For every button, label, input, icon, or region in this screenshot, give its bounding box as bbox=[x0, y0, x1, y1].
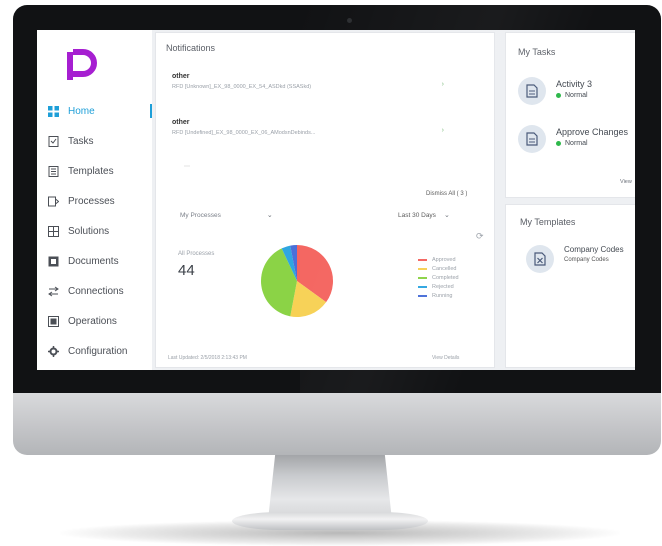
legend-swatch bbox=[418, 277, 427, 279]
sidebar-item-configuration[interactable]: Configuration bbox=[37, 340, 152, 362]
sidebar-item-operations[interactable]: Operations bbox=[37, 310, 152, 332]
legend-item: Cancelled bbox=[418, 266, 456, 272]
brand-logo bbox=[67, 49, 97, 80]
legend-item: Approved bbox=[418, 257, 456, 263]
my-templates-panel: My Templates Company Codes Company Codes bbox=[505, 204, 635, 368]
more-dots-icon[interactable]: ⋯ bbox=[184, 163, 190, 170]
legend-swatch bbox=[418, 295, 427, 297]
notification-desc: RFD [Unknown]_EX_98_0000_EX_54_ASDkd (SS… bbox=[172, 84, 312, 90]
legend-swatch bbox=[418, 268, 427, 270]
template-title: Company Codes bbox=[564, 245, 624, 254]
view-tasks-link[interactable]: View bbox=[620, 179, 632, 185]
monitor-chin bbox=[13, 393, 661, 455]
document-icon bbox=[518, 125, 546, 153]
my-tasks-panel: My Tasks Activity 3 Normal Approve Chang… bbox=[505, 32, 635, 198]
sidebar-item-label: Connections bbox=[68, 285, 124, 297]
sidebar-item-documents[interactable]: Documents bbox=[37, 250, 152, 272]
chevron-down-icon: ⌄ bbox=[443, 212, 450, 219]
document-icon bbox=[518, 77, 546, 105]
notification-item[interactable]: other RFD [Undefined]_EX_98_0000_EX_06_A… bbox=[172, 119, 472, 136]
sidebar-item-label: Solutions bbox=[68, 225, 110, 237]
view-details-link[interactable]: View Details bbox=[432, 355, 459, 361]
task-title: Approve Changes bbox=[556, 127, 629, 137]
templates-icon bbox=[47, 165, 59, 177]
task-item[interactable]: Activity 3 Normal bbox=[518, 77, 592, 105]
dismiss-all-button[interactable]: Dismiss All ( 3 ) bbox=[426, 191, 467, 197]
chevron-right-icon[interactable]: › bbox=[442, 127, 444, 134]
excel-file-icon bbox=[526, 245, 554, 273]
task-status: Normal bbox=[556, 92, 592, 99]
legend-label: Completed bbox=[432, 275, 459, 281]
legend-label: Rejected bbox=[432, 284, 454, 290]
my-tasks-title: My Tasks bbox=[518, 47, 556, 57]
sidebar-item-solutions[interactable]: Solutions bbox=[37, 220, 152, 242]
sidebar-item-templates[interactable]: Templates bbox=[37, 160, 152, 182]
sidebar-item-processes[interactable]: Processes bbox=[37, 190, 152, 212]
notification-item[interactable]: other RFD [Unknown]_EX_98_0000_EX_54_ASD… bbox=[172, 73, 472, 90]
notification-title: other bbox=[172, 73, 190, 80]
processes-filter-select[interactable]: My Processes ⌄ bbox=[180, 211, 273, 220]
processes-icon bbox=[47, 195, 59, 207]
sidebar-item-label: Documents bbox=[68, 255, 119, 267]
template-item[interactable]: Company Codes Company Codes bbox=[526, 245, 624, 273]
process-status-pie-chart bbox=[261, 245, 333, 317]
refresh-icon[interactable]: ⟳ bbox=[476, 231, 484, 242]
task-status-label: Normal bbox=[565, 92, 588, 99]
legend-swatch bbox=[418, 259, 427, 261]
legend-label: Approved bbox=[432, 257, 456, 263]
chevron-right-icon[interactable]: › bbox=[442, 81, 444, 88]
gear-icon bbox=[47, 345, 59, 357]
operations-icon bbox=[47, 315, 59, 327]
legend-swatch bbox=[418, 286, 427, 288]
sidebar-item-label: Templates bbox=[68, 165, 114, 177]
sidebar: Home Tasks Templates Processes Solutions… bbox=[37, 30, 152, 370]
tasks-icon bbox=[47, 135, 59, 147]
template-subtitle: Company Codes bbox=[564, 257, 609, 263]
legend-item: Running bbox=[418, 293, 453, 299]
total-processes-label: All Processes bbox=[178, 251, 215, 257]
status-dot-icon bbox=[556, 141, 561, 146]
task-item[interactable]: Approve Changes Normal bbox=[518, 125, 628, 153]
notifications-panel: Notifications other RFD [Unknown]_EX_98_… bbox=[155, 32, 495, 368]
task-title: Activity 3 bbox=[556, 79, 593, 89]
legend-label: Running bbox=[432, 293, 453, 299]
connections-icon bbox=[47, 285, 59, 297]
legend-item: Completed bbox=[418, 275, 459, 281]
monitor-stand bbox=[268, 452, 392, 520]
notification-title: other bbox=[172, 119, 190, 126]
notification-desc: RFD [Undefined]_EX_98_0000_EX_06_AModsnD… bbox=[172, 130, 316, 136]
documents-icon bbox=[47, 255, 59, 267]
status-dot-icon bbox=[556, 93, 561, 98]
active-indicator bbox=[150, 104, 152, 118]
monitor-stand-base bbox=[232, 512, 428, 530]
sidebar-item-home[interactable]: Home bbox=[37, 100, 152, 122]
home-grid-icon bbox=[47, 105, 59, 117]
period-filter-value: Last 30 Days bbox=[398, 211, 436, 219]
total-processes-value: 44 bbox=[178, 262, 195, 279]
last-updated-text: Last Updated: 2/5/2018 2:13:43 PM bbox=[168, 355, 247, 361]
chevron-down-icon: ⌄ bbox=[266, 212, 273, 219]
processes-filter-value: My Processes bbox=[180, 211, 221, 219]
sidebar-item-label: Configuration bbox=[68, 345, 128, 357]
app-screen: Home Tasks Templates Processes Solutions… bbox=[37, 30, 635, 370]
sidebar-item-label: Operations bbox=[68, 315, 117, 327]
sidebar-item-label: Tasks bbox=[68, 135, 94, 147]
sidebar-item-label: Home bbox=[68, 105, 95, 117]
solutions-icon bbox=[47, 225, 59, 237]
sidebar-item-label: Processes bbox=[68, 195, 115, 207]
notifications-title: Notifications bbox=[166, 43, 216, 53]
legend-label: Cancelled bbox=[432, 266, 457, 272]
task-status-label: Normal bbox=[565, 140, 588, 147]
task-status: Normal bbox=[556, 140, 628, 147]
sidebar-item-tasks[interactable]: Tasks bbox=[37, 130, 152, 152]
sidebar-item-connections[interactable]: Connections bbox=[37, 280, 152, 302]
my-templates-title: My Templates bbox=[520, 217, 576, 227]
period-filter-select[interactable]: Last 30 Days ⌄ bbox=[398, 211, 450, 220]
legend-item: Rejected bbox=[418, 284, 454, 290]
camera-dot bbox=[347, 18, 352, 23]
